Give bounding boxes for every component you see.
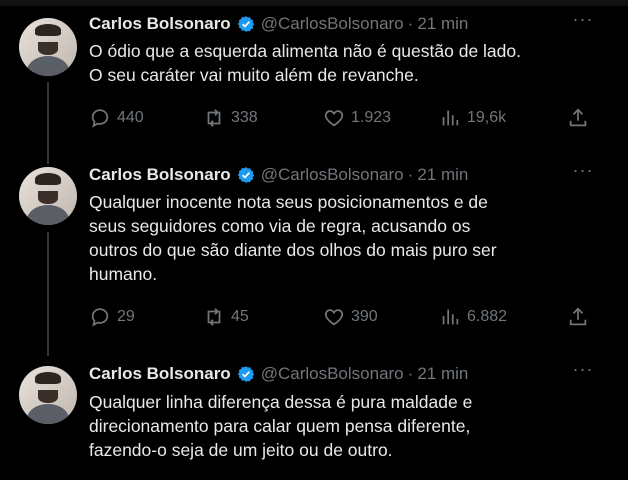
verified-badge-icon <box>237 366 254 382</box>
repost-button[interactable]: 338 <box>203 106 258 130</box>
tweet-header: Carlos Bolsonaro @CarlosBolsonaro · 21 m… <box>89 12 468 36</box>
analytics-bars-icon <box>442 309 459 325</box>
repost-arrows-icon <box>207 308 221 326</box>
views-button[interactable]: 19,6k <box>439 106 506 130</box>
like-count: 390 <box>351 308 378 325</box>
share-upload-icon <box>569 307 587 326</box>
tweet-text-line: Qualquer linha diferença dessa é pura ma… <box>89 392 473 412</box>
share-upload-icon <box>569 108 587 127</box>
verified-badge-icon <box>237 16 254 32</box>
heart-icon <box>324 110 344 127</box>
thread-connector-line <box>47 232 49 356</box>
author-handle[interactable]: @CarlosBolsonaro <box>261 165 404 185</box>
share-button[interactable] <box>567 106 595 130</box>
tweet-text: O ódio que a esquerda alimenta não é que… <box>89 39 609 87</box>
heart-icon <box>324 309 344 326</box>
analytics-bars-icon <box>442 110 459 126</box>
reply-bubble-icon <box>91 109 109 128</box>
repost-count: 338 <box>231 109 258 126</box>
reply-count: 29 <box>117 308 135 325</box>
tweet-text-line: O seu caráter vai muito além de revanche… <box>89 65 419 85</box>
timestamp[interactable]: 21 min <box>417 364 468 384</box>
author-name[interactable]: Carlos Bolsonaro <box>89 14 231 34</box>
reply-button[interactable]: 440 <box>89 106 144 130</box>
reply-bubble-icon <box>91 308 109 327</box>
action-bar: 29 45 390 6.882 <box>89 305 599 329</box>
separator-dot: · <box>407 364 414 383</box>
repost-button[interactable]: 45 <box>203 305 249 329</box>
more-dots-icon[interactable]: ··· <box>570 360 596 384</box>
like-count: 1.923 <box>351 109 392 126</box>
timestamp[interactable]: 21 min <box>417 165 468 185</box>
like-button[interactable]: 390 <box>323 305 378 329</box>
tweet-text-line: seus seguidores como via de regra, acusa… <box>89 216 471 236</box>
tweet-text: Qualquer linha diferença dessa é pura ma… <box>89 390 609 462</box>
separator-dot: · <box>407 14 414 33</box>
view-count: 6.882 <box>467 308 508 325</box>
share-button[interactable] <box>567 305 595 329</box>
avatar[interactable] <box>19 167 77 225</box>
tweet-text-line: O ódio que a esquerda alimenta não é que… <box>89 41 521 61</box>
tweet-text-line: direcionamento para calar quem pensa dif… <box>89 416 471 436</box>
more-dots-icon[interactable]: ··· <box>570 161 596 185</box>
thread-connector-line <box>47 82 49 164</box>
like-button[interactable]: 1.923 <box>323 106 391 130</box>
author-name[interactable]: Carlos Bolsonaro <box>89 165 231 185</box>
tweet-text-line: fazendo-o seja de um jeito ou de outro. <box>89 440 393 460</box>
author-handle[interactable]: @CarlosBolsonaro <box>261 14 404 34</box>
tweet-text-line: humano. <box>89 264 158 284</box>
separator-dot: · <box>407 165 414 184</box>
timestamp[interactable]: 21 min <box>417 14 468 34</box>
views-button[interactable]: 6.882 <box>439 305 507 329</box>
author-name[interactable]: Carlos Bolsonaro <box>89 364 231 384</box>
repost-count: 45 <box>231 308 249 325</box>
tweet-text-line: Qualquer inocente nota seus posicionamen… <box>89 192 488 212</box>
author-handle[interactable]: @CarlosBolsonaro <box>261 364 404 384</box>
avatar[interactable] <box>19 366 77 424</box>
reply-button[interactable]: 29 <box>89 305 135 329</box>
action-bar: 440 338 1.923 19,6k <box>89 106 599 130</box>
verified-badge-icon <box>237 167 254 183</box>
tweet-text-line: outros do que são diante dos olhos do ma… <box>89 240 497 260</box>
tweet-text: Qualquer inocente nota seus posicionamen… <box>89 190 609 286</box>
reply-count: 440 <box>117 109 144 126</box>
repost-arrows-icon <box>207 109 221 127</box>
tweet-header: Carlos Bolsonaro @CarlosBolsonaro · 21 m… <box>89 362 468 386</box>
tweet-header: Carlos Bolsonaro @CarlosBolsonaro · 21 m… <box>89 163 468 187</box>
avatar[interactable] <box>19 18 77 76</box>
view-count: 19,6k <box>467 109 507 126</box>
more-dots-icon[interactable]: ··· <box>570 10 596 34</box>
top-edge-divider <box>0 0 628 6</box>
